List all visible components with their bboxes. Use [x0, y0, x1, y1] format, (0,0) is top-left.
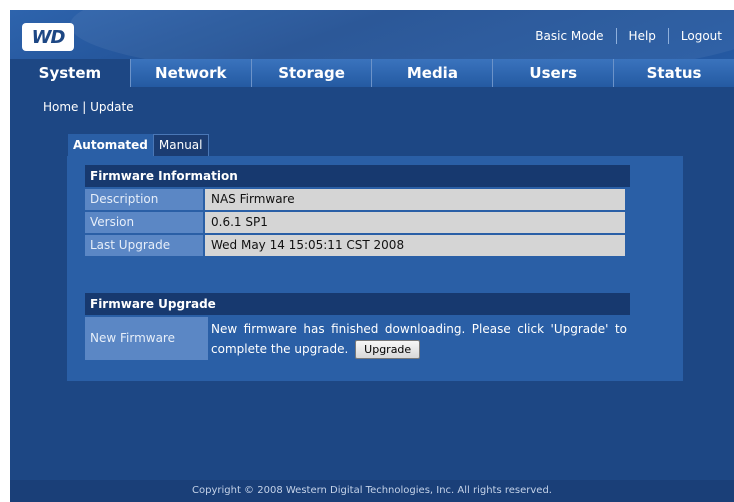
last-upgrade-label: Last Upgrade — [85, 235, 203, 256]
logo-text: WD — [31, 26, 66, 48]
table-row: Version 0.6.1 SP1 — [85, 212, 625, 233]
tab-automated[interactable]: Automated — [68, 134, 153, 156]
subtabs: Automated Manual — [68, 134, 209, 156]
tab-media[interactable]: Media — [372, 59, 494, 87]
version-label: Version — [85, 212, 203, 233]
basic-mode-link[interactable]: Basic Mode — [523, 29, 615, 43]
upgrade-message-line1: New firmware has finished downloading. P… — [211, 322, 627, 336]
breadcrumb-home-link[interactable]: Home — [43, 100, 78, 114]
tab-system[interactable]: System — [10, 59, 131, 87]
table-row: Last Upgrade Wed May 14 15:05:11 CST 200… — [85, 235, 625, 256]
version-value: 0.6.1 SP1 — [205, 212, 625, 233]
upgrade-message-line2: complete the upgrade. — [211, 342, 349, 356]
last-upgrade-value: Wed May 14 15:05:11 CST 2008 — [205, 235, 625, 256]
tab-users[interactable]: Users — [493, 59, 615, 87]
tab-manual[interactable]: Manual — [152, 134, 209, 156]
top-links: Basic Mode Help Logout — [523, 27, 734, 45]
logout-link[interactable]: Logout — [669, 29, 734, 43]
firmware-info-header: Firmware Information — [85, 165, 630, 187]
tab-network[interactable]: Network — [130, 59, 252, 87]
upgrade-button[interactable]: Upgrade — [355, 340, 421, 359]
wd-logo: WD — [22, 23, 74, 51]
description-value: NAS Firmware — [205, 189, 625, 210]
help-link[interactable]: Help — [617, 29, 668, 43]
upgrade-message: New firmware has finished downloading. P… — [211, 319, 627, 359]
new-firmware-label: New Firmware — [85, 317, 208, 360]
app-frame: WD Basic Mode Help Logout System Network… — [10, 10, 734, 502]
tab-status[interactable]: Status — [614, 59, 734, 87]
description-label: Description — [85, 189, 203, 210]
breadcrumb-separator: | — [82, 100, 87, 114]
tab-storage[interactable]: Storage — [251, 59, 373, 87]
firmware-upgrade-header: Firmware Upgrade — [85, 293, 630, 315]
header: WD Basic Mode Help Logout — [10, 10, 734, 80]
table-row: Description NAS Firmware — [85, 189, 625, 210]
breadcrumb-current: Update — [90, 100, 134, 114]
copyright-text: Copyright © 2008 Western Digital Technol… — [192, 485, 552, 496]
footer: Copyright © 2008 Western Digital Technol… — [10, 480, 734, 502]
main-nav: System Network Storage Media Users Statu… — [10, 59, 734, 87]
breadcrumb: Home | Update — [43, 100, 134, 114]
update-panel: Firmware Information Description NAS Fir… — [67, 156, 683, 381]
